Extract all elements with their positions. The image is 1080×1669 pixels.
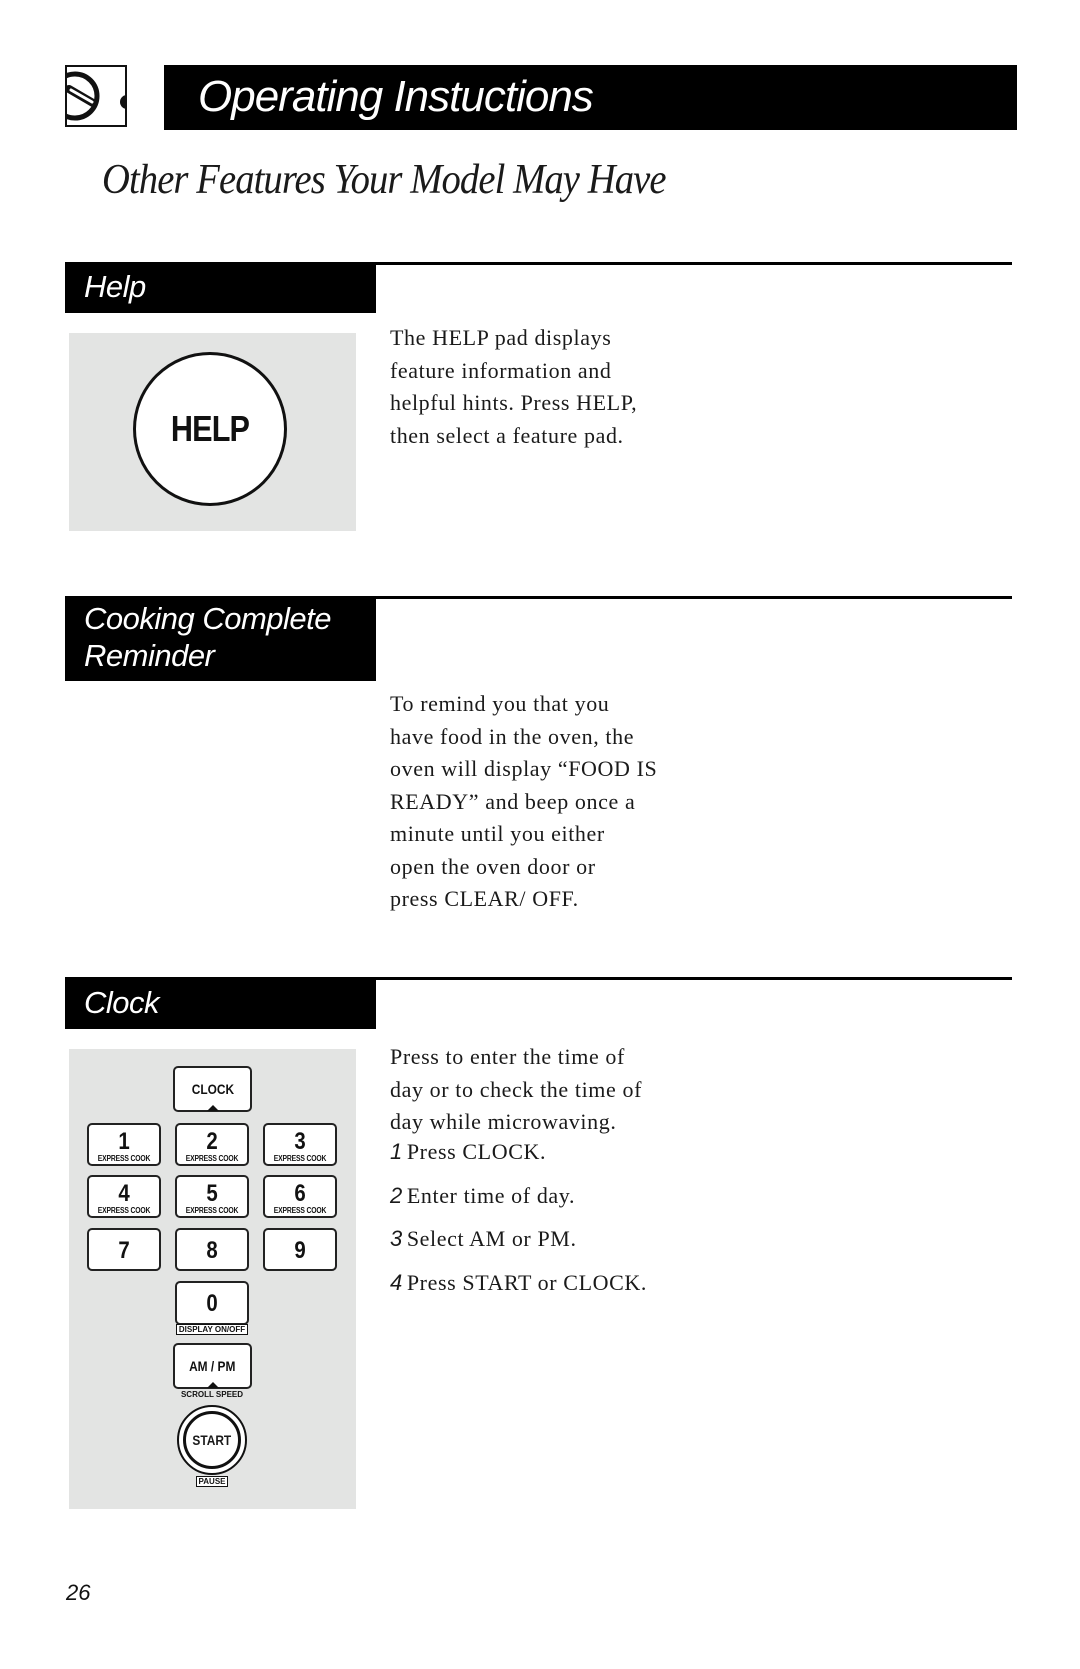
step-number: 2 — [390, 1182, 403, 1208]
key-number: 7 — [118, 1237, 130, 1264]
key-number: 8 — [206, 1237, 218, 1264]
text-line: To remind you that you — [390, 691, 610, 716]
keypad-digit-7: 7 — [87, 1228, 161, 1271]
help-pad-button: HELP — [133, 352, 287, 506]
keypad-digit-1: 1 EXPRESS COOK — [87, 1123, 161, 1166]
section-heading-cooking-complete-reminder: Cooking Complete Reminder — [65, 596, 376, 681]
key-sublabel: EXPRESS COOK — [273, 1206, 327, 1215]
keypad-digit-6: 6 EXPRESS COOK — [263, 1175, 337, 1218]
keypad-digit-4: 4 EXPRESS COOK — [87, 1175, 161, 1218]
step-item: 2 Enter time of day. — [390, 1174, 710, 1218]
pause-caption: PAUSE — [171, 1476, 253, 1487]
key-label: AM / PM — [189, 1358, 236, 1374]
key-sublabel: EXPRESS COOK — [97, 1154, 151, 1163]
step-item: 3 Select AM or PM. — [390, 1217, 710, 1261]
key-number: 4 — [118, 1180, 130, 1207]
scroll-speed-caption: SCROLL SPEED — [180, 1390, 244, 1399]
key-sublabel: EXPRESS COOK — [185, 1154, 239, 1163]
text-line: oven will display “FOOD IS — [390, 756, 658, 781]
text-line: minute until you either — [390, 821, 605, 846]
key-number: 3 — [294, 1128, 306, 1155]
page-number: 26 — [66, 1580, 91, 1605]
page-subtitle: Other Features Your Model May Have — [102, 157, 667, 203]
step-item: 4 Press START or CLOCK. — [390, 1261, 710, 1305]
section-heading-text: Cooking Complete Reminder — [84, 600, 332, 674]
step-number: 3 — [390, 1226, 403, 1251]
keypad-digit-2: 2 EXPRESS COOK — [175, 1123, 249, 1166]
caret-up-icon — [206, 1105, 219, 1111]
key-sublabel: EXPRESS COOK — [185, 1206, 239, 1215]
text-line: The HELP pad displays — [390, 325, 612, 350]
text-line: READY” and beep once a — [390, 788, 636, 814]
step-text: Select AM or PM. — [406, 1226, 577, 1251]
help-pad-label: HELP — [170, 408, 250, 449]
section-heading-text: Help — [84, 269, 146, 304]
keypad-clock-pad: CLOCK — [173, 1066, 252, 1112]
key-number: 0 — [206, 1290, 218, 1317]
text-line: press CLEAR/ OFF. — [390, 886, 579, 911]
keypad-digit-0: 0 — [175, 1281, 249, 1325]
keypad-digit-8: 8 — [175, 1228, 249, 1271]
text-line: Press to enter the time of — [390, 1044, 625, 1069]
text-line: have food in the oven, the — [390, 723, 635, 749]
help-description: The HELP pad displays feature informatio… — [390, 322, 710, 452]
key-label: CLOCK — [191, 1081, 234, 1097]
key-number: 6 — [294, 1180, 306, 1207]
key-number: 5 — [206, 1180, 218, 1207]
step-text: Press START or CLOCK. — [406, 1269, 647, 1295]
text-line: then select a feature pad. — [390, 422, 624, 448]
step-text: Press CLOCK. — [406, 1139, 547, 1164]
start-pad-ring: START — [183, 1411, 241, 1469]
step-number: 1 — [390, 1139, 403, 1164]
display-on-off-caption: DISPLAY ON/OFF — [171, 1324, 253, 1335]
text-line: feature information and — [390, 357, 612, 383]
keypad-digit-5: 5 EXPRESS COOK — [175, 1175, 249, 1218]
keypad-digit-9: 9 — [263, 1228, 337, 1271]
cooking-complete-description: To remind you that you have food in the … — [390, 688, 710, 916]
text-line: day or to check the time of — [390, 1076, 643, 1102]
section-heading-clock: Clock — [65, 977, 376, 1029]
step-item: 1 Press CLOCK. — [390, 1130, 710, 1174]
step-text: Enter time of day. — [406, 1182, 576, 1208]
key-label: START — [192, 1432, 232, 1448]
section-title-bar: Operating Instuctions — [164, 65, 1017, 130]
heading-line: Reminder — [84, 638, 215, 673]
clock-description: Press to enter the time of day or to che… — [390, 1041, 710, 1139]
key-sublabel: EXPRESS COOK — [273, 1154, 327, 1163]
keypad-start-pad: START — [177, 1405, 247, 1475]
step-number: 4 — [390, 1269, 403, 1295]
page-title: Operating Instuctions — [198, 72, 594, 121]
caption-text: PAUSE — [195, 1476, 229, 1487]
section-heading-text: Clock — [84, 985, 160, 1020]
dial-knob-icon — [65, 65, 127, 127]
text-line: open the oven door or — [390, 853, 596, 879]
keypad-digit-3: 3 EXPRESS COOK — [263, 1123, 337, 1166]
key-number: 1 — [118, 1128, 130, 1155]
key-sublabel: EXPRESS COOK — [97, 1206, 151, 1215]
key-number: 2 — [206, 1128, 218, 1155]
caret-up-icon — [206, 1382, 219, 1388]
caption-text: DISPLAY ON/OFF — [175, 1324, 249, 1335]
keypad-am-pm-pad: AM / PM — [173, 1343, 252, 1389]
heading-line: Cooking Complete — [84, 601, 332, 636]
clock-steps: 1 Press CLOCK. 2 Enter time of day. 3 Selec… — [390, 1130, 710, 1304]
text-line: helpful hints. Press HELP, — [390, 390, 638, 415]
section-heading-help: Help — [65, 262, 376, 313]
key-number: 9 — [294, 1237, 306, 1264]
